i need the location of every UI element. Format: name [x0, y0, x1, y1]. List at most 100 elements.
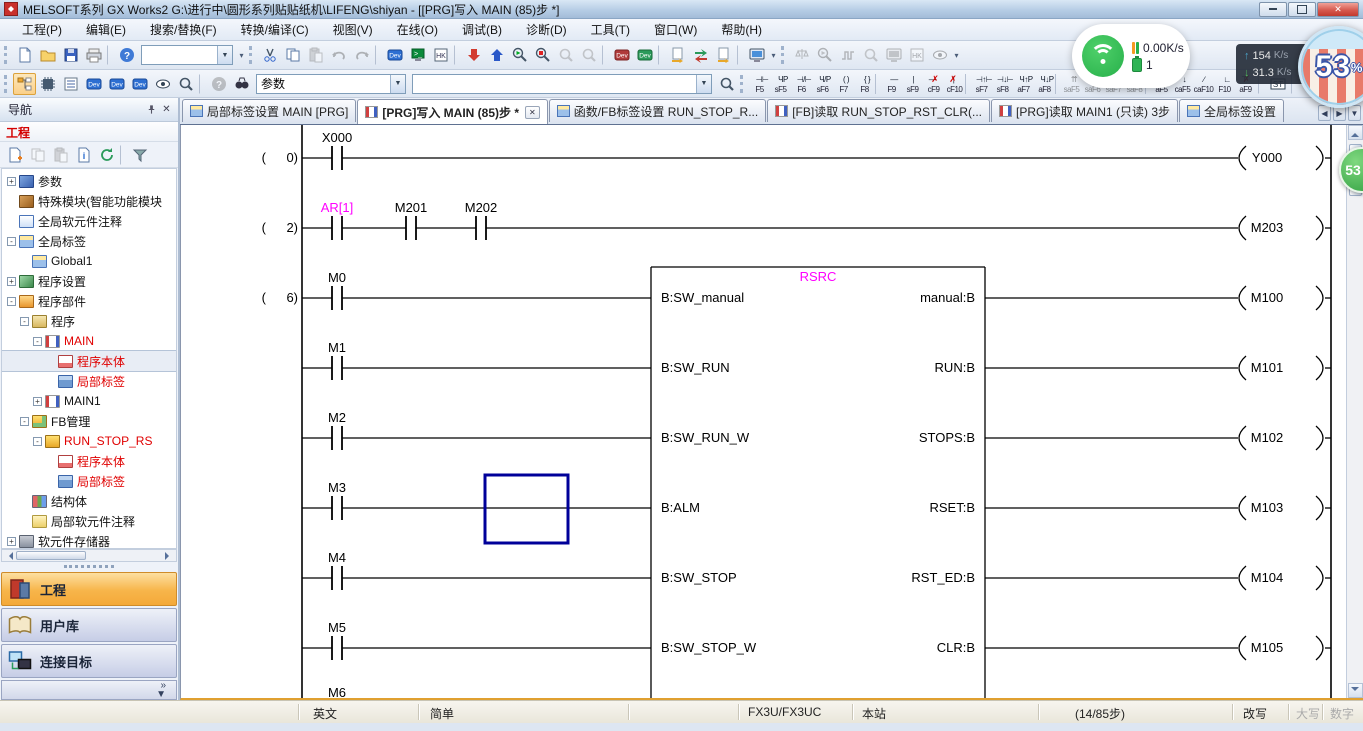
toolbar-button[interactable] [36, 44, 59, 66]
scroll-left-icon[interactable] [5, 552, 13, 560]
ladder-symbol-button[interactable]: Ч↑РaF7 [1013, 71, 1034, 96]
nav-tool-button[interactable] [95, 144, 118, 166]
tree-item[interactable]: + 程序设置 [2, 271, 176, 291]
tree-expander-icon[interactable]: + [33, 397, 42, 406]
toolbar-button[interactable] [406, 44, 429, 66]
nav-tool-button[interactable] [3, 144, 26, 166]
ladder-symbol-button[interactable]: —F9 [881, 71, 902, 96]
tree-horizontal-scrollbar[interactable] [1, 549, 177, 562]
tree-item[interactable]: + MAIN1 [2, 391, 176, 411]
toolbar-button[interactable] [610, 44, 633, 66]
toolbar-button[interactable] [836, 44, 859, 66]
toolbar-button[interactable] [689, 44, 712, 66]
ladder-symbol-button[interactable]: ЧРsF5 [770, 71, 791, 96]
scroll-down-icon[interactable] [1348, 683, 1363, 698]
toolbar-button[interactable] [13, 44, 36, 66]
tree-item[interactable]: 局部软元件注释 [2, 511, 176, 531]
nav-tool-button[interactable] [49, 144, 72, 166]
toolbar-button[interactable] [304, 44, 327, 66]
toolbar-grip[interactable] [4, 75, 9, 93]
nav-tool-button[interactable] [72, 144, 95, 166]
toolbar-button[interactable] [383, 44, 406, 66]
toolbar-overflow-icon[interactable]: ▾ [236, 51, 247, 60]
network-monitor-widget[interactable]: 0.00K/s 1 [1072, 24, 1190, 88]
toolbar-button[interactable] [658, 45, 664, 65]
chevron-down-icon[interactable]: ▼ [696, 75, 711, 93]
ladder-canvas[interactable]: RSRC(0)X000Y000(2)AR[1]M201M202M203(6)M0… [181, 125, 1339, 699]
tree-item[interactable]: 特殊模块(智能功能模块 [2, 191, 176, 211]
toolbar-button[interactable] [790, 44, 813, 66]
toolbar-button[interactable] [666, 44, 689, 66]
menu-item[interactable]: 转换/编译(C) [229, 19, 321, 40]
menu-item[interactable]: 视图(V) [321, 19, 385, 40]
tree-item[interactable]: Global1 [2, 251, 176, 271]
menu-item[interactable]: 编辑(E) [74, 19, 138, 40]
find-combobox[interactable]: ▼ [412, 74, 712, 94]
ladder-symbol-button[interactable]: ∕caF10 [1193, 71, 1214, 96]
menu-item[interactable]: 工程(P) [10, 19, 74, 40]
toolbar-button[interactable] [712, 44, 735, 66]
toolbar-button[interactable] [429, 44, 452, 66]
editor-tab[interactable]: [PRG]读取 MAIN1 (只读) 3步 [991, 99, 1178, 122]
close-icon[interactable]: ✕ [159, 103, 174, 117]
toolbar-button[interactable] [107, 45, 113, 65]
nav-mode-button[interactable]: 用户库 [1, 608, 177, 642]
toolbar-button[interactable] [230, 73, 253, 95]
tab-scroll-button[interactable]: ▼ [1348, 105, 1361, 121]
menu-item[interactable]: 诊断(D) [514, 19, 579, 40]
editor-vertical-scrollbar[interactable] [1346, 125, 1363, 698]
tree-item[interactable]: 结构体 [2, 491, 176, 511]
tree-expander-icon[interactable]: - [20, 417, 29, 426]
toolbar-button[interactable] [36, 73, 59, 95]
keyword-combobox[interactable]: ▼ [141, 45, 233, 65]
menu-item[interactable]: 窗口(W) [642, 19, 709, 40]
toolbar-button[interactable] [454, 45, 460, 65]
nav-tool-button[interactable] [26, 144, 49, 166]
maximize-button[interactable] [1288, 2, 1316, 17]
tree-item[interactable]: 局部标签 [2, 471, 176, 491]
toolbar-button[interactable] [905, 44, 928, 66]
tree-item[interactable]: - FB管理 [2, 411, 176, 431]
tree-expander-icon[interactable]: - [33, 337, 42, 346]
editor-tab[interactable]: [FB]读取 RUN_STOP_RST_CLR(... [767, 99, 990, 122]
ladder-symbol-button[interactable]: ⊣↓⊢sF8 [992, 71, 1013, 96]
tree-expander-icon[interactable]: - [33, 437, 42, 446]
tree-item[interactable]: - MAIN [2, 331, 176, 351]
tree-item[interactable]: - 程序部件 [2, 291, 176, 311]
toolbar-button[interactable] [105, 73, 128, 95]
chevron-down-icon[interactable]: ▼ [390, 75, 405, 93]
ladder-symbol-button[interactable]: Ч/РsF6 [812, 71, 833, 96]
toolbar-button[interactable] [745, 44, 768, 66]
minimize-button[interactable] [1259, 2, 1287, 17]
toolbar-button[interactable] [115, 44, 138, 66]
pin-icon[interactable] [144, 103, 159, 117]
tab-close-icon[interactable]: ✕ [525, 106, 540, 119]
toolbar-button[interactable] [350, 44, 373, 66]
device-combobox[interactable]: 参数▼ [256, 74, 406, 94]
toolbar-button[interactable] [199, 74, 205, 94]
toolbar-button[interactable] [577, 44, 600, 66]
toolbar-button[interactable] [258, 44, 281, 66]
editor-tab[interactable]: [PRG]写入 MAIN (85)步 * ✕ [357, 99, 547, 124]
close-button[interactable]: ✕ [1317, 2, 1359, 17]
ladder-symbol-button[interactable]: —✗cF9 [923, 71, 944, 96]
editor-tab[interactable]: 全局标签设置 [1179, 99, 1284, 122]
ladder-symbol-button[interactable]: ∟F10 [1214, 71, 1235, 96]
nav-mode-button[interactable]: 工程 [1, 572, 177, 606]
tree-item[interactable]: 局部标签 [2, 371, 176, 391]
tree-item[interactable]: 程序本体 [2, 351, 176, 371]
panel-splitter[interactable] [0, 562, 178, 571]
ladder-editor-canvas[interactable]: RSRC(0)X000Y000(2)AR[1]M201M202M203(6)M0… [180, 125, 1363, 700]
toolbar-button[interactable] [737, 45, 743, 65]
toolbar-button[interactable] [508, 44, 531, 66]
scroll-thumb[interactable] [16, 551, 86, 560]
toolbar-grip[interactable] [740, 75, 745, 93]
toolbar-button[interactable] [82, 44, 105, 66]
nav-mode-button[interactable]: 连接目标 [1, 644, 177, 678]
scroll-right-icon[interactable] [165, 552, 173, 560]
editor-tab[interactable]: 函数/FB标签设置 RUN_STOP_R... [549, 99, 766, 122]
toolbar-button[interactable] [462, 44, 485, 66]
tree-expander-icon[interactable]: + [7, 537, 16, 546]
toolbar-overflow-icon[interactable]: ▾ [951, 51, 962, 60]
toolbar-grip[interactable] [249, 46, 254, 64]
